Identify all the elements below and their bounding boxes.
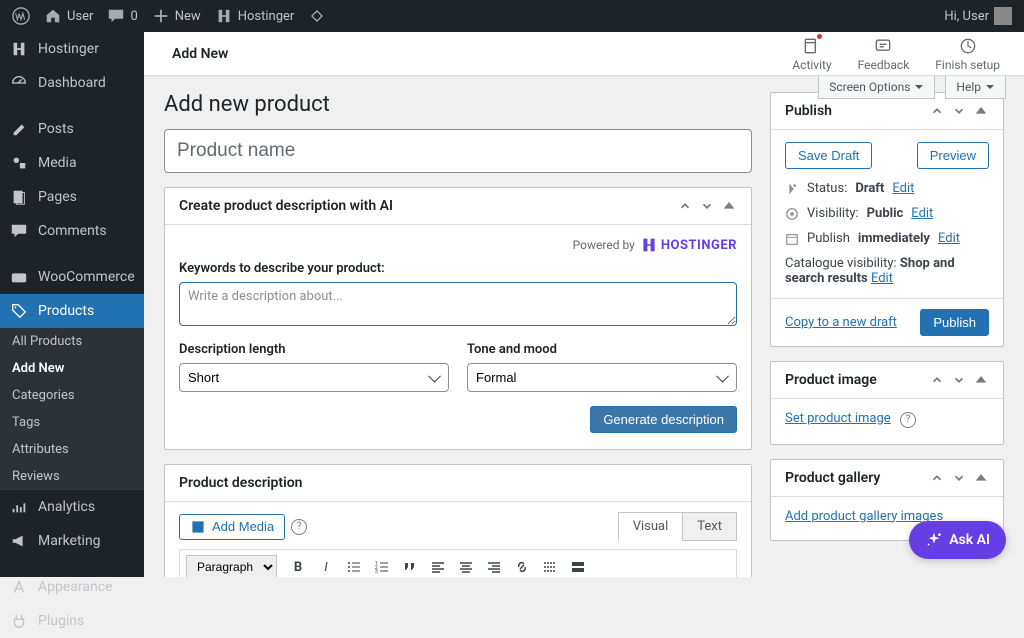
publish-button[interactable]: Publish xyxy=(920,309,989,336)
italic-icon[interactable]: I xyxy=(313,554,339,577)
save-draft-button[interactable]: Save Draft xyxy=(785,142,872,169)
generate-button[interactable]: Generate description xyxy=(590,406,737,433)
add-media-button[interactable]: Add Media xyxy=(179,514,285,540)
sidebar-sub-reviews[interactable]: Reviews xyxy=(0,463,144,490)
ai-box-title: Create product description with AI xyxy=(179,198,393,214)
description-title: Product description xyxy=(179,475,302,491)
triangle-up-icon[interactable] xyxy=(721,198,737,214)
sidebar-pages[interactable]: Pages xyxy=(0,180,144,214)
activity-button[interactable]: Activity xyxy=(792,36,831,72)
wp-logo[interactable] xyxy=(12,7,30,25)
align-right-icon[interactable] xyxy=(481,554,507,577)
svg-text:3: 3 xyxy=(375,569,378,575)
sidebar-posts[interactable]: Posts xyxy=(0,112,144,146)
greeting[interactable]: Hi, User xyxy=(944,7,1012,25)
tone-select[interactable]: Formal xyxy=(467,363,737,392)
align-center-icon[interactable] xyxy=(453,554,479,577)
paragraph-select[interactable]: Paragraph xyxy=(186,555,277,577)
hostinger-logo: HOSTINGER xyxy=(641,237,737,253)
keywords-label: Keywords to describe your product: xyxy=(179,261,737,276)
chevron-up-icon[interactable] xyxy=(929,103,945,119)
chevron-down-icon[interactable] xyxy=(699,198,715,214)
triangle-up-icon[interactable] xyxy=(973,470,989,486)
olist-icon[interactable]: 123 xyxy=(369,554,395,577)
new-link[interactable]: New xyxy=(152,7,201,25)
diamond-icon[interactable] xyxy=(308,7,326,25)
finish-setup-button[interactable]: Finish setup xyxy=(935,36,1000,72)
sidebar-woocommerce[interactable]: WooCommerce xyxy=(0,260,144,294)
chevron-up-icon[interactable] xyxy=(677,198,693,214)
sidebar-products[interactable]: Products xyxy=(0,294,144,328)
sidebar-dashboard[interactable]: Dashboard xyxy=(0,66,144,100)
chevron-down-icon[interactable] xyxy=(951,103,967,119)
tab-text[interactable]: Text xyxy=(682,512,737,541)
help-toggle[interactable]: Help xyxy=(945,76,1006,99)
quote-icon[interactable] xyxy=(397,554,423,577)
align-left-icon[interactable] xyxy=(425,554,451,577)
bold-icon[interactable]: B xyxy=(285,554,311,577)
user-label: User xyxy=(67,9,93,24)
sidebar-sub-categories[interactable]: Categories xyxy=(0,382,144,409)
feedback-button[interactable]: Feedback xyxy=(858,36,910,72)
product-image-title: Product image xyxy=(785,372,877,388)
chevron-down-icon[interactable] xyxy=(951,372,967,388)
copy-draft-link[interactable]: Copy to a new draft xyxy=(785,315,897,330)
sidebar-plugins[interactable]: Plugins xyxy=(0,604,144,638)
keywords-textarea[interactable] xyxy=(179,282,737,326)
length-label: Description length xyxy=(179,342,449,357)
sidebar-marketing[interactable]: Marketing xyxy=(0,524,144,558)
sidebar-media[interactable]: Media xyxy=(0,146,144,180)
link-icon[interactable] xyxy=(509,554,535,577)
sidebar-hostinger[interactable]: Hostinger xyxy=(0,32,144,66)
ai-description-box: Create product description with AI Power… xyxy=(164,187,752,450)
tone-label: Tone and mood xyxy=(467,342,737,357)
tab-visual[interactable]: Visual xyxy=(618,512,683,541)
edit-catalogue-link[interactable]: Edit xyxy=(871,271,893,286)
sidebar-appearance[interactable]: Appearance xyxy=(0,570,144,604)
triangle-up-icon[interactable] xyxy=(973,103,989,119)
ask-ai-button[interactable]: Ask AI xyxy=(909,521,1006,559)
admin-sidebar: Hostinger Dashboard Posts Media Pages Co… xyxy=(0,32,144,577)
help-icon[interactable]: ? xyxy=(291,519,307,535)
publish-title: Publish xyxy=(785,103,832,119)
chevron-up-icon[interactable] xyxy=(929,470,945,486)
product-gallery-title: Product gallery xyxy=(785,470,880,486)
chevron-up-icon[interactable] xyxy=(929,372,945,388)
product-name-input[interactable] xyxy=(164,129,752,173)
chevron-down-icon[interactable] xyxy=(951,470,967,486)
site-home[interactable]: User xyxy=(44,7,93,25)
sidebar-sub-attributes[interactable]: Attributes xyxy=(0,436,144,463)
edit-publish-link[interactable]: Edit xyxy=(938,231,960,246)
screen-options-toggle[interactable]: Screen Options xyxy=(818,76,935,99)
length-select[interactable]: Short xyxy=(179,363,449,392)
help-icon[interactable]: ? xyxy=(900,412,916,428)
hostinger-topbar[interactable]: Hostinger xyxy=(215,7,295,25)
publish-box: Publish Save Draft Preview Status: Draft xyxy=(770,92,1004,347)
avatar xyxy=(994,7,1012,25)
sidebar-sub-add-new[interactable]: Add New xyxy=(0,355,144,382)
comments-topbar[interactable]: 0 xyxy=(107,7,137,25)
set-product-image-link[interactable]: Set product image xyxy=(785,411,891,426)
kitchen-sink-icon[interactable] xyxy=(565,554,591,577)
sidebar-analytics[interactable]: Analytics xyxy=(0,490,144,524)
more-icon[interactable] xyxy=(537,554,563,577)
product-image-box: Product image Set product image ? xyxy=(770,361,1004,445)
triangle-up-icon[interactable] xyxy=(973,372,989,388)
edit-status-link[interactable]: Edit xyxy=(892,181,914,196)
sidebar-sub-all-products[interactable]: All Products xyxy=(0,328,144,355)
sidebar-sub-tags[interactable]: Tags xyxy=(0,409,144,436)
edit-visibility-link[interactable]: Edit xyxy=(911,206,933,221)
sidebar-comments[interactable]: Comments xyxy=(0,214,144,248)
editor-toolbar: Paragraph B I 123 xyxy=(179,549,737,577)
add-gallery-link[interactable]: Add product gallery images xyxy=(785,509,943,524)
ulist-icon[interactable] xyxy=(341,554,367,577)
preview-button[interactable]: Preview xyxy=(917,142,989,169)
notification-dot xyxy=(817,34,822,39)
page-title: Add new product xyxy=(164,92,752,117)
description-box: Product description Add Media ? Visual T… xyxy=(164,464,752,577)
header-title: Add New xyxy=(172,46,228,62)
